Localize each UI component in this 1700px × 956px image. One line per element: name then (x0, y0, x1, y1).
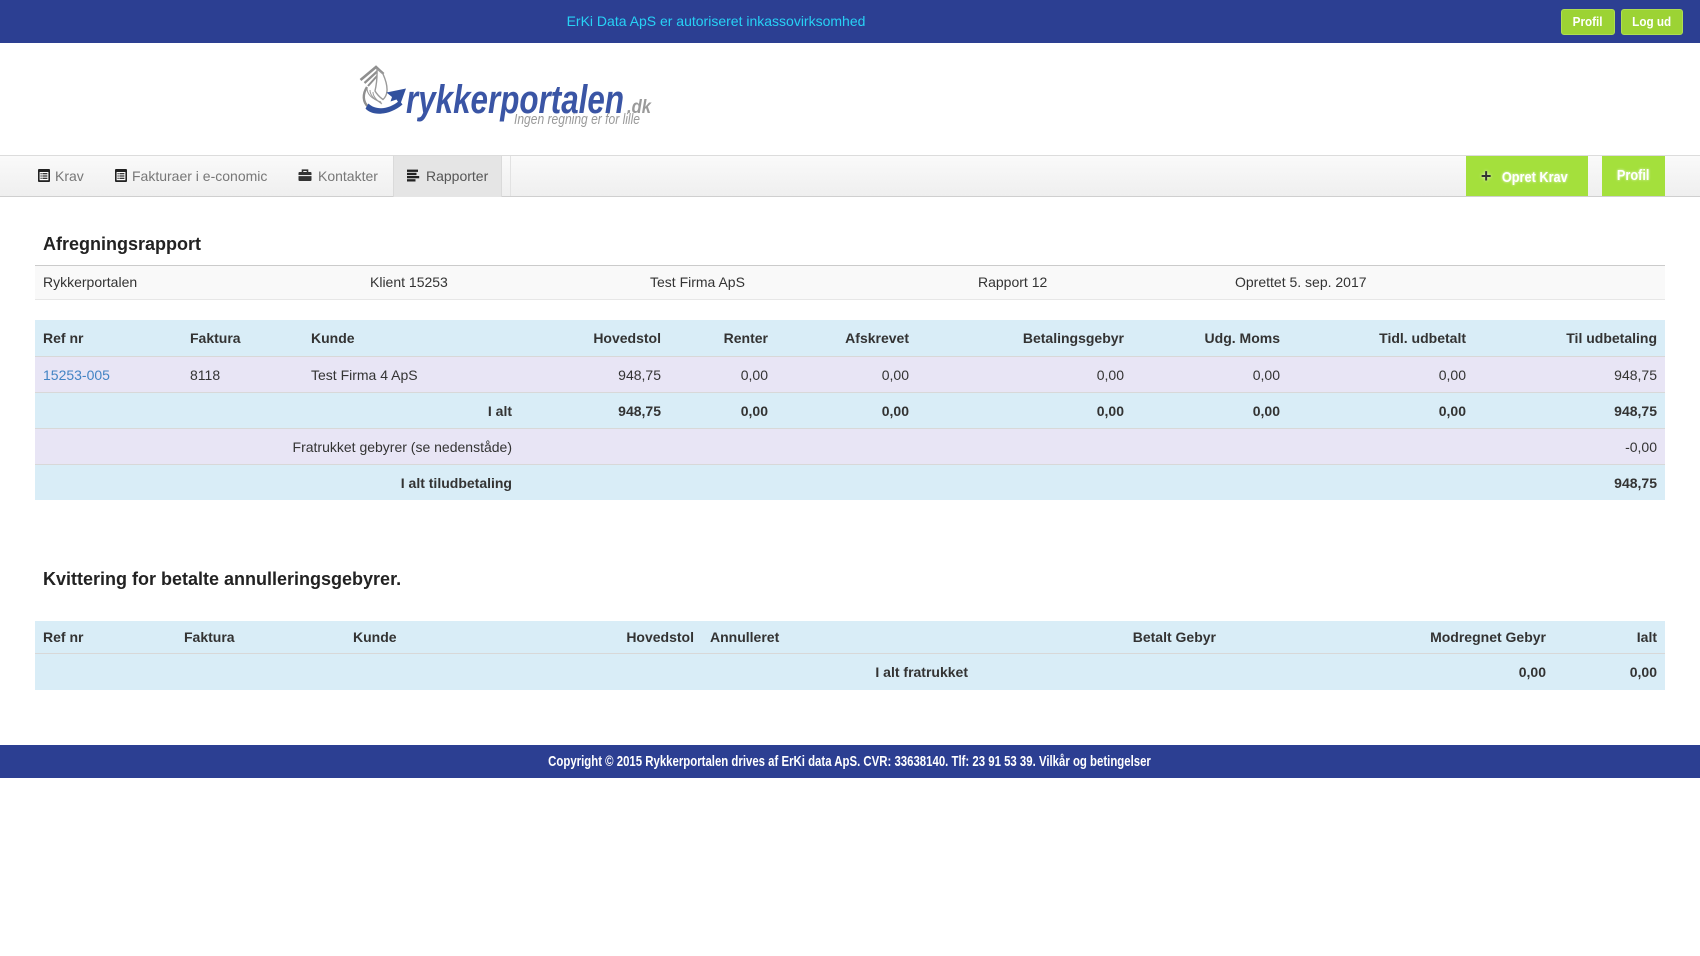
svg-text:Ingen regning er for lille: Ingen regning er for lille (514, 111, 640, 128)
